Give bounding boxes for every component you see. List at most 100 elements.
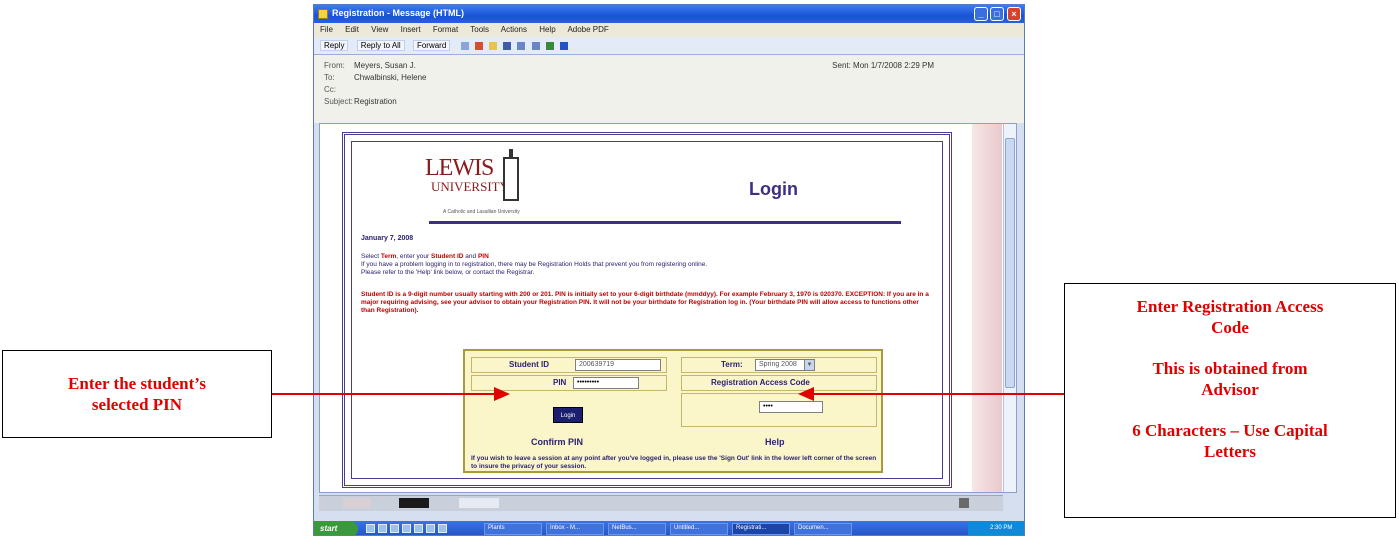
scroll-thumb[interactable] — [1005, 138, 1015, 388]
quicklaunch-icon[interactable] — [402, 524, 411, 533]
mail-icon — [318, 9, 328, 19]
registration-screenshot: Registration - Message (HTML) _ □ × File… — [313, 4, 1025, 536]
maximize-button[interactable]: □ — [990, 7, 1004, 21]
task-item[interactable]: Inbox - M... — [546, 523, 604, 535]
pin-label: PIN — [553, 378, 567, 387]
windows-taskbar: start Plants Inbox - M... NetBus... Unti… — [314, 521, 1024, 535]
menu-insert[interactable]: Insert — [401, 25, 421, 34]
instr-text: Select — [361, 253, 381, 260]
instructions: Select Term, enter your Student ID and P… — [361, 253, 931, 277]
lewis-university-logo: LEWIS UNIVERSITY A Catholic and Lasallia… — [425, 149, 545, 215]
login-form: Student ID 200639719 PIN ••••••••• Login… — [463, 349, 883, 473]
access-code-arrow-line — [814, 393, 1064, 395]
callout-rac-line3: This is obtained from — [1152, 359, 1308, 378]
callout-pin-line2: selected PIN — [91, 395, 183, 414]
address-book-icon[interactable] — [545, 41, 554, 50]
instr-student-id: Student ID — [430, 253, 464, 260]
image-strip-icon — [343, 498, 371, 508]
system-tray-clock: 2:30 PM — [968, 521, 1024, 535]
image-strip-icon — [459, 498, 499, 508]
menu-actions[interactable]: Actions — [501, 25, 527, 34]
page-title: Login — [749, 179, 798, 199]
previous-icon[interactable] — [517, 41, 526, 50]
chevron-down-icon[interactable]: ▼ — [804, 360, 814, 370]
menu-view[interactable]: View — [371, 25, 388, 34]
logo-tagline: A Catholic and Lasallian University — [443, 209, 520, 215]
quicklaunch-icon[interactable] — [438, 524, 447, 533]
rac-label: Registration Access Code — [711, 378, 810, 387]
window-title: Registration - Message (HTML) — [332, 8, 465, 18]
task-item[interactable]: NetBus... — [608, 523, 666, 535]
quicklaunch-icon[interactable] — [426, 524, 435, 533]
callout-rac-line1: Enter Registration Access — [1136, 297, 1324, 316]
logo-line-1: LEWIS — [425, 155, 494, 181]
callout-rac-line5: 6 Characters – Use Capital — [1132, 421, 1328, 440]
login-button[interactable]: Login — [553, 407, 583, 423]
to-value: Chwalbinski, Helene — [354, 73, 427, 82]
quicklaunch-icon[interactable] — [378, 524, 387, 533]
minimize-button[interactable]: _ — [974, 7, 988, 21]
flag-icon[interactable] — [474, 41, 483, 50]
sign-out-note: If you wish to leave a session at any po… — [471, 455, 877, 470]
decorative-band — [972, 124, 1002, 492]
help-icon[interactable] — [560, 41, 569, 50]
menu-adobe-pdf[interactable]: Adobe PDF — [567, 25, 608, 34]
instr-holds: If you have a problem logging in to regi… — [361, 261, 708, 268]
forward-button[interactable]: Forward — [412, 40, 451, 51]
quicklaunch-icon[interactable] — [366, 524, 375, 533]
pin-arrow-line — [272, 393, 494, 395]
term-label: Term: — [721, 360, 743, 369]
move-icon[interactable] — [489, 41, 497, 50]
access-code-arrow-head — [798, 387, 814, 401]
student-id-input[interactable]: 200639719 — [575, 359, 661, 371]
instr-text: and — [463, 253, 478, 260]
vertical-scrollbar[interactable] — [1003, 124, 1016, 492]
message-headers: From: Meyers, Susan J. To: Chwalbinski, He… — [314, 55, 1024, 123]
start-button[interactable]: start — [314, 521, 358, 535]
instr-pin: PIN — [477, 253, 489, 260]
reply-all-button[interactable]: Reply to All — [356, 40, 405, 51]
menu-format[interactable]: Format — [433, 25, 458, 34]
horizontal-scrollbar[interactable] — [319, 495, 1003, 511]
callout-access-code: Enter Registration Access Code This is o… — [1064, 283, 1396, 518]
next-icon[interactable] — [531, 41, 540, 50]
task-item[interactable]: Documen... — [794, 523, 852, 535]
menu-bar: File Edit View Insert Format Tools Actio… — [314, 23, 1024, 37]
id-pin-note: Student ID is a 9-digit number usually s… — [361, 291, 929, 314]
pin-input[interactable]: ••••••••• — [573, 377, 639, 389]
task-item[interactable]: Plants — [484, 523, 542, 535]
rac-input[interactable]: •••• — [759, 401, 823, 413]
task-item[interactable]: Untitled... — [670, 523, 728, 535]
task-item-active[interactable]: Registrati... — [732, 523, 790, 535]
help-link[interactable]: Help — [765, 437, 785, 447]
window-titlebar: Registration - Message (HTML) _ □ × — [314, 5, 1024, 23]
instr-term: Term — [380, 253, 397, 260]
student-id-label: Student ID — [509, 360, 549, 369]
delete-icon[interactable] — [503, 41, 512, 50]
confirm-pin-link[interactable]: Confirm PIN — [531, 437, 583, 447]
menu-tools[interactable]: Tools — [470, 25, 489, 34]
menu-file[interactable]: File — [320, 25, 333, 34]
from-value: Meyers, Susan J. — [354, 61, 416, 70]
callout-rac-line4: Advisor — [1201, 380, 1259, 399]
instr-text: , enter your — [396, 253, 431, 260]
menu-edit[interactable]: Edit — [345, 25, 359, 34]
callout-rac-line6: Letters — [1204, 442, 1256, 461]
print-icon[interactable] — [460, 41, 469, 50]
logo-line-2: UNIVERSITY — [431, 179, 509, 194]
callout-pin: Enter the student’s selected PIN — [2, 350, 272, 438]
reply-button[interactable]: Reply — [320, 40, 349, 51]
subject-label: Subject: — [324, 97, 353, 106]
page-date: January 7, 2008 — [361, 235, 414, 242]
tower-icon — [503, 149, 519, 201]
cc-label: Cc: — [324, 85, 336, 94]
instr-help: Please refer to the 'Help' link below, o… — [361, 269, 535, 276]
message-toolbar: Reply Reply to All Forward — [314, 37, 1024, 55]
quicklaunch-icon[interactable] — [390, 524, 399, 533]
subject-value: Registration — [354, 97, 397, 106]
term-selected-value: Spring 2008 — [759, 361, 797, 368]
term-select[interactable]: Spring 2008 ▼ — [755, 359, 815, 371]
close-button[interactable]: × — [1007, 7, 1021, 21]
menu-help[interactable]: Help — [539, 25, 555, 34]
quicklaunch-icon[interactable] — [414, 524, 423, 533]
